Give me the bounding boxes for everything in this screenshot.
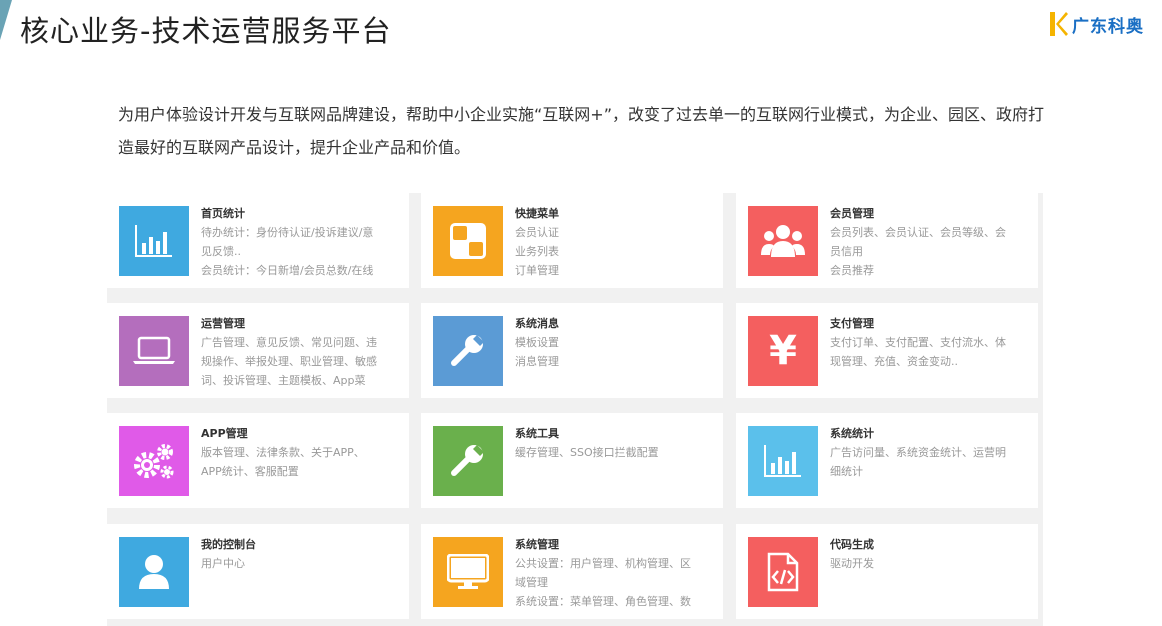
bar-chart-icon (764, 445, 801, 477)
tile-codegen (748, 537, 818, 607)
module-card-system-message[interactable]: 系统消息 模板设置 消息管理 (421, 303, 723, 398)
card-desc: 驱动开发 (830, 557, 874, 570)
card-title: 代码生成 (830, 538, 874, 551)
card-desc: 广告访问量、系统资金统计、运营明 细统计 (830, 446, 1006, 478)
user-icon (139, 555, 169, 589)
gears-icon (134, 444, 174, 479)
card-title: 系统工具 (515, 427, 559, 440)
card-title: 会员管理 (830, 207, 874, 220)
module-grid: 首页统计 待办统计：身份待认证/投诉建议/意 见反馈.. 会员统计：今日新增/会… (107, 193, 1043, 626)
card-desc: 版本管理、法律条款、关于APP、 APP统计、客服配置 (201, 446, 365, 478)
tile-quick-menu (433, 206, 503, 276)
card-title: 支付管理 (830, 317, 874, 330)
tile-member (748, 206, 818, 276)
code-file-icon (767, 552, 799, 592)
module-card-system-tools[interactable]: 系统工具 缓存管理、SSO接口拦截配置 (421, 413, 723, 508)
bar-chart-icon (135, 225, 172, 257)
module-card-system-stats[interactable]: 系统统计 广告访问量、系统资金统计、运营明 细统计 (736, 413, 1038, 508)
card-desc: 模板设置 消息管理 (515, 336, 559, 368)
module-card-operation[interactable]: 运营管理 广告管理、意见反馈、常见问题、违 规操作、举报处理、职业管理、敏感 词… (107, 303, 409, 398)
tile-home-stats (119, 206, 189, 276)
card-title: 系统消息 (515, 317, 559, 330)
module-card-console[interactable]: 我的控制台 用户中心 (107, 524, 409, 619)
members-icon (761, 225, 805, 257)
yen-icon: ¥ (769, 328, 797, 374)
card-title: 系统统计 (830, 427, 874, 440)
card-desc: 会员列表、会员认证、会员等级、会 员信用 会员推荐 (830, 226, 1006, 277)
card-desc: 广告管理、意见反馈、常见问题、违 规操作、举报处理、职业管理、敏感 词、投诉管理… (201, 336, 377, 387)
tile-console (119, 537, 189, 607)
tile-payment: ¥ (748, 316, 818, 386)
tile-system-message (433, 316, 503, 386)
tile-system-stats (748, 426, 818, 496)
module-card-member[interactable]: 会员管理 会员列表、会员认证、会员等级、会 员信用 会员推荐 (736, 193, 1038, 288)
monitor-icon (447, 554, 489, 589)
card-title: 运营管理 (201, 317, 245, 330)
tile-app (119, 426, 189, 496)
card-desc: 待办统计：身份待认证/投诉建议/意 见反馈.. 会员统计：今日新增/会员总数/在… (201, 226, 374, 277)
module-card-app[interactable]: APP管理 版本管理、法律条款、关于APP、 APP统计、客服配置 (107, 413, 409, 508)
module-card-quick-menu[interactable]: 快捷菜单 会员认证 业务列表 订单管理 (421, 193, 723, 288)
logo-text: 广东科奥 (1072, 16, 1144, 37)
module-card-system-admin[interactable]: 系统管理 公共设置：用户管理、机构管理、区 域管理 系统设置：菜单管理、角色管理… (421, 524, 723, 619)
card-title: 系统管理 (515, 538, 559, 551)
logo-mark-icon (1050, 10, 1068, 38)
intro-paragraph: 为用户体验设计开发与互联网品牌建设，帮助中小企业实施“互联网+”，改变了过去单一… (118, 105, 1044, 157)
card-desc: 公共设置：用户管理、机构管理、区 域管理 系统设置：菜单管理、角色管理、数 (515, 557, 691, 608)
module-card-home-stats[interactable]: 首页统计 待办统计：身份待认证/投诉建议/意 见反馈.. 会员统计：今日新增/会… (107, 193, 409, 288)
card-desc: 会员认证 业务列表 订单管理 (515, 226, 559, 277)
brand-logo: 广东科奥 (1050, 10, 1144, 38)
card-desc: 用户中心 (201, 557, 245, 570)
card-title: 首页统计 (201, 207, 245, 220)
laptop-icon (133, 336, 175, 364)
page-title: 核心业务-技术运营服务平台 (20, 14, 392, 48)
wrench-icon (451, 335, 484, 366)
tile-system-admin (433, 537, 503, 607)
card-title: APP管理 (201, 427, 248, 440)
card-desc: 支付订单、支付配置、支付流水、体 现管理、充值、资金变动.. (830, 336, 1006, 368)
tile-system-tools (433, 426, 503, 496)
module-card-payment[interactable]: ¥ 支付管理 支付订单、支付配置、支付流水、体 现管理、充值、资金变动.. (736, 303, 1038, 398)
module-card-codegen[interactable]: 代码生成 驱动开发 (736, 524, 1038, 619)
card-desc: 缓存管理、SSO接口拦截配置 (515, 446, 659, 459)
tile-operation (119, 316, 189, 386)
card-title: 我的控制台 (201, 538, 256, 551)
corner-accent (0, 0, 12, 40)
card-title: 快捷菜单 (515, 207, 559, 220)
quick-menu-icon (450, 223, 486, 259)
wrench-icon (451, 445, 484, 476)
